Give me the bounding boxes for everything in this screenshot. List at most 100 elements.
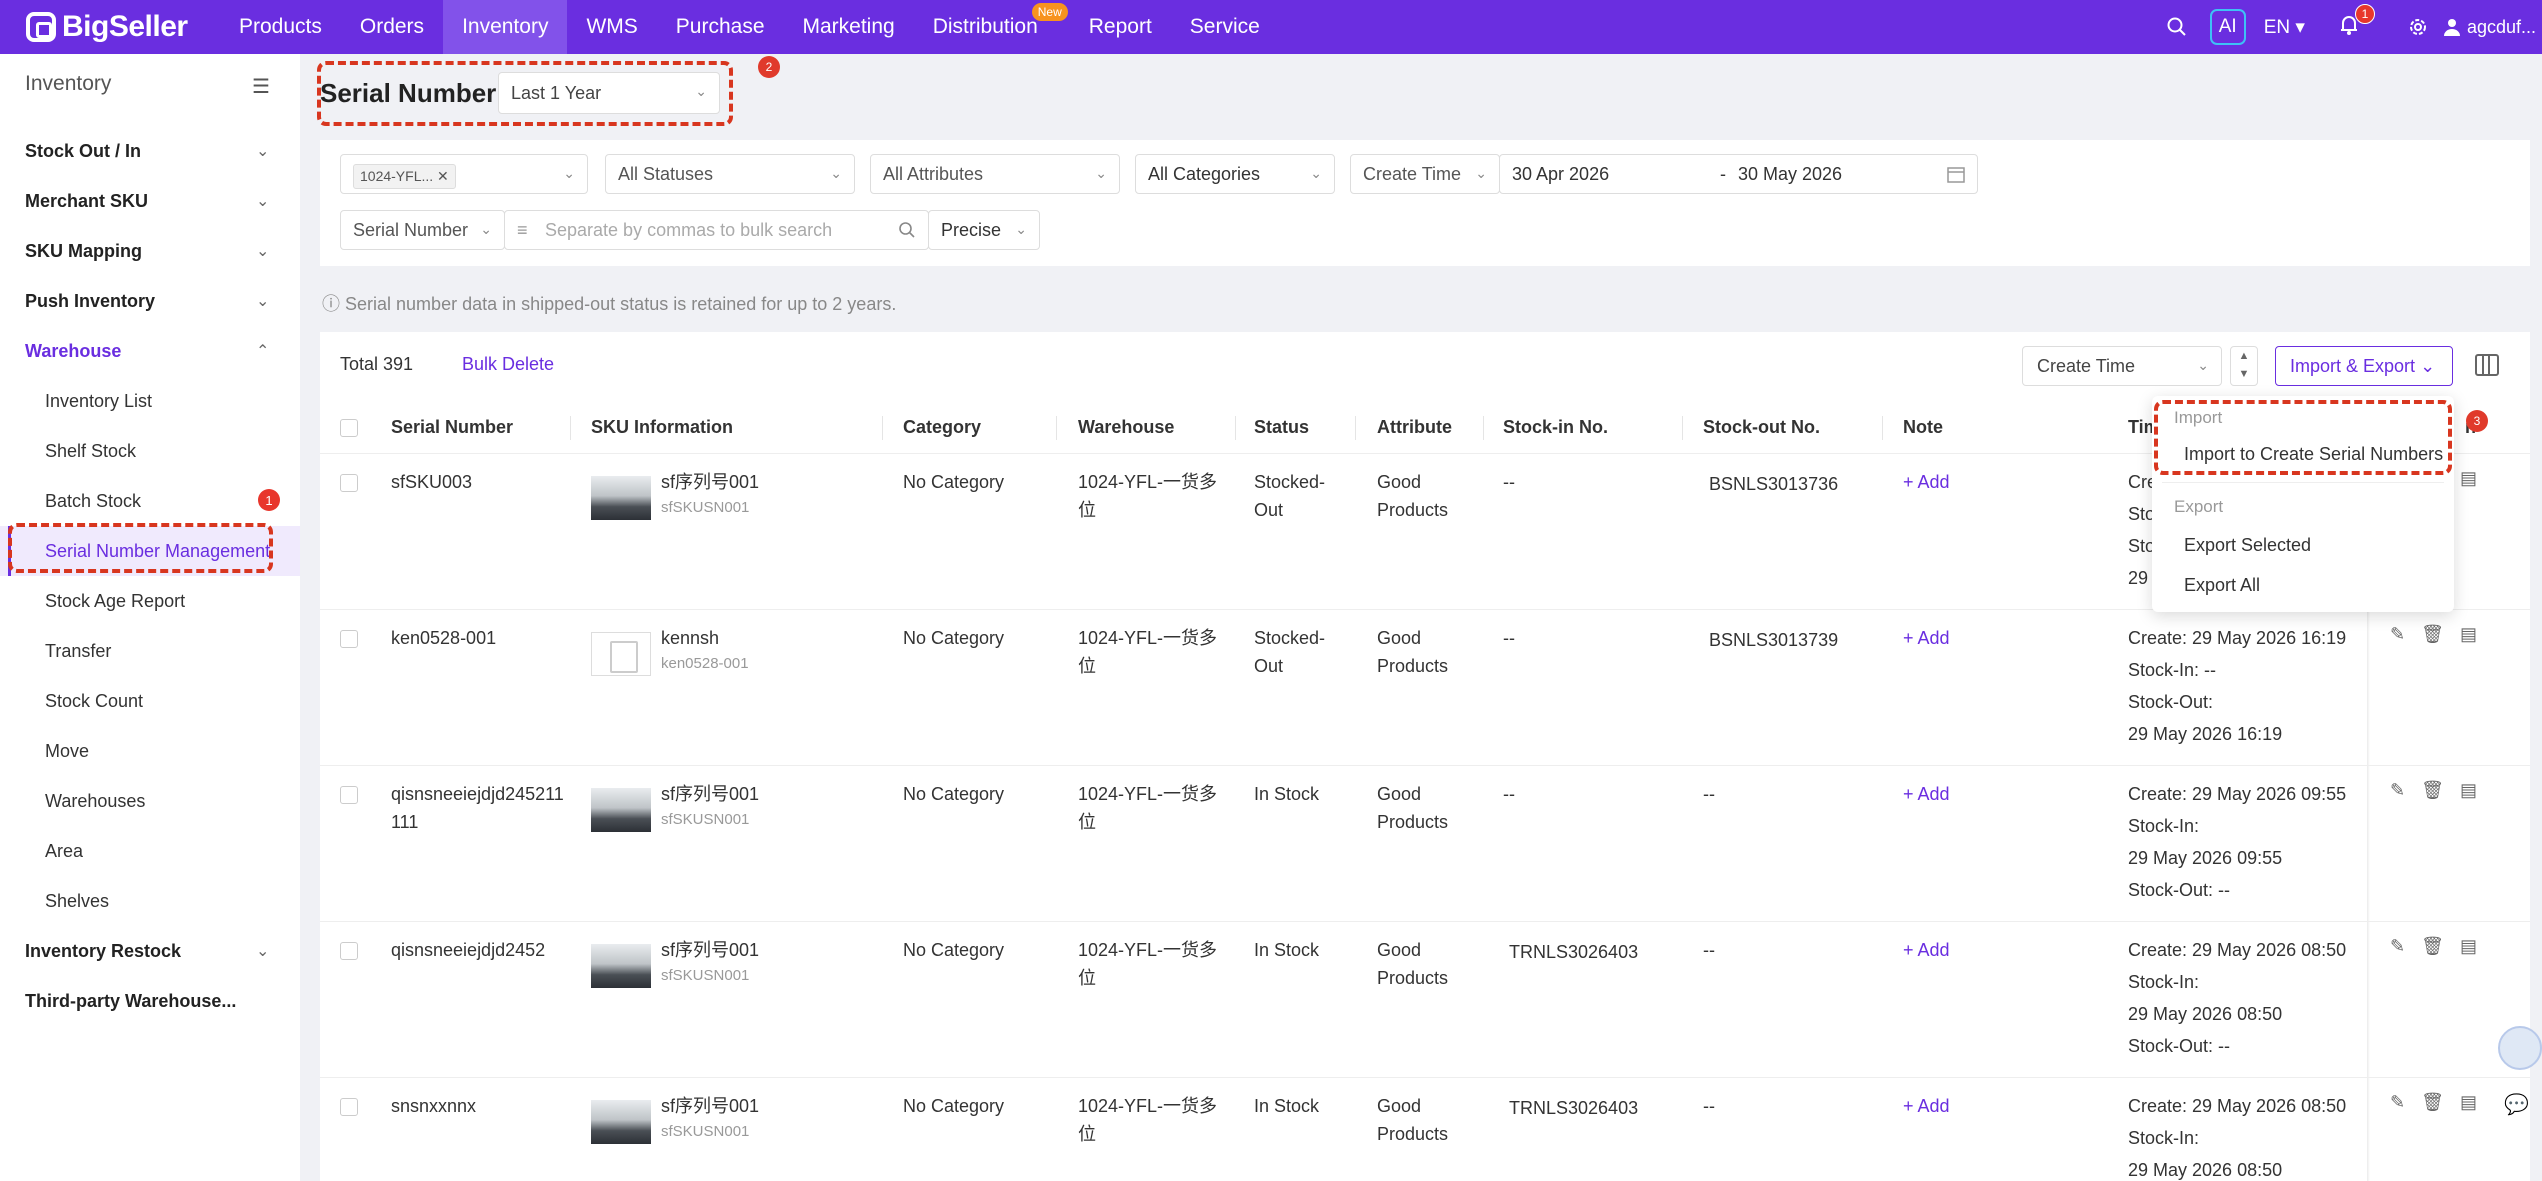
log-icon[interactable]: ▤ bbox=[2460, 624, 2477, 645]
row-checkbox[interactable] bbox=[340, 942, 358, 960]
sku-name[interactable]: kennsh bbox=[661, 624, 719, 652]
log-icon[interactable]: ▤ bbox=[2460, 780, 2477, 801]
stock-in-no[interactable]: TRNLS3026403 bbox=[1509, 1094, 1638, 1122]
add-note-link[interactable]: + Add bbox=[1903, 936, 1950, 964]
add-note-link[interactable]: + Add bbox=[1903, 624, 1950, 652]
search-input[interactable]: ≡ Separate by commas to bulk search bbox=[504, 210, 929, 250]
sort-order-toggle[interactable]: ▲ ▼ bbox=[2230, 346, 2258, 386]
match-mode-select[interactable]: Precise ⌄ bbox=[928, 210, 1040, 250]
sku-name[interactable]: sf序列号001 bbox=[661, 936, 759, 964]
collapse-sidebar-icon[interactable]: ☰ bbox=[252, 74, 270, 99]
sku-name[interactable]: sf序列号001 bbox=[661, 468, 759, 496]
sidebar-item-stock-count[interactable]: Stock Count bbox=[0, 676, 300, 726]
row-checkbox[interactable] bbox=[340, 630, 358, 648]
stock-out-no[interactable]: BSNLS3013739 bbox=[1709, 626, 1838, 654]
date-range-picker[interactable]: 30 Apr 2026 - 30 May 2026 bbox=[1499, 154, 1978, 194]
import-create-serial-numbers-option[interactable]: Import to Create Serial Numbers bbox=[2184, 444, 2443, 465]
nav-orders[interactable]: Orders bbox=[341, 0, 443, 54]
product-thumbnail bbox=[591, 1100, 651, 1144]
ai-button[interactable]: AI bbox=[2209, 9, 2246, 45]
row-checkbox[interactable] bbox=[340, 1098, 358, 1116]
chevron-up-icon: ⌃ bbox=[256, 343, 270, 360]
chevron-down-icon: ⌄ bbox=[480, 221, 492, 237]
category-select[interactable]: All Categories ⌄ bbox=[1135, 154, 1335, 194]
language-select[interactable]: EN ▾ bbox=[2264, 16, 2305, 39]
time-range-select[interactable]: Last 1 Year ⌄ bbox=[498, 72, 720, 114]
stock-out-no[interactable]: BSNLS3013736 bbox=[1709, 470, 1838, 498]
time-stock-out: Stock-Out: -- bbox=[2128, 880, 2231, 900]
row-checkbox[interactable] bbox=[340, 786, 358, 804]
import-export-button[interactable]: Import & Export ⌄ bbox=[2275, 346, 2453, 386]
select-all-checkbox[interactable] bbox=[340, 419, 358, 437]
delete-icon[interactable]: 🗑 bbox=[2421, 624, 2444, 645]
chat-icon[interactable]: 💬 bbox=[2504, 1092, 2534, 1122]
sidebar-group-merchant-sku[interactable]: Merchant SKU ⌄ bbox=[0, 176, 300, 226]
nav-purchase[interactable]: Purchase bbox=[657, 0, 784, 54]
sidebar-group-inventory-restock[interactable]: Inventory Restock ⌄ bbox=[0, 926, 300, 976]
export-all-option[interactable]: Export All bbox=[2184, 575, 2260, 596]
edit-icon[interactable]: ✎ bbox=[2390, 780, 2405, 801]
nav-distribution[interactable]: Distribution New bbox=[914, 0, 1070, 54]
sku-code: sfSKUSN001 bbox=[661, 1123, 750, 1140]
edit-icon[interactable]: ✎ bbox=[2390, 624, 2405, 645]
warehouse-select[interactable]: 1024-YFL... ✕ ⌄ bbox=[340, 154, 588, 194]
sidebar-group-sku-mapping[interactable]: SKU Mapping ⌄ bbox=[0, 226, 300, 276]
edit-icon[interactable]: ✎ bbox=[2390, 1092, 2405, 1113]
sidebar-item-inventory-list[interactable]: Inventory List bbox=[0, 376, 300, 426]
sidebar-item-shelf-stock[interactable]: Shelf Stock bbox=[0, 426, 300, 476]
time-type-select[interactable]: Create Time ⌄ bbox=[1350, 154, 1500, 194]
notification-bell[interactable]: 1 bbox=[2339, 3, 2375, 41]
sidebar-item-area[interactable]: Area bbox=[0, 826, 300, 876]
status-select[interactable]: All Statuses ⌄ bbox=[605, 154, 855, 194]
table-row: snsnxxnnx sf序列号001 sfSKUSN001 No Categor… bbox=[320, 1078, 2530, 1181]
nav-wms[interactable]: WMS bbox=[567, 0, 656, 54]
logo-icon bbox=[26, 12, 56, 42]
log-icon[interactable]: ▤ bbox=[2460, 468, 2477, 489]
sidebar-group-third-party-warehouse[interactable]: Third-party Warehouse... bbox=[0, 976, 300, 1026]
edit-icon[interactable]: ✎ bbox=[2390, 936, 2405, 957]
export-selected-option[interactable]: Export Selected bbox=[2184, 535, 2311, 556]
delete-icon[interactable]: 🗑 bbox=[2421, 780, 2444, 801]
bigseller-logo[interactable]: BigSeller bbox=[26, 6, 188, 48]
sidebar-item-move[interactable]: Move bbox=[0, 726, 300, 776]
delete-icon[interactable]: 🗑 bbox=[2421, 936, 2444, 957]
bulk-delete-button[interactable]: Bulk Delete bbox=[462, 354, 554, 375]
sku-name[interactable]: sf序列号001 bbox=[661, 1092, 759, 1120]
search-icon[interactable] bbox=[898, 221, 916, 239]
th-stock-in-no: Stock-in No. bbox=[1503, 417, 1609, 437]
sidebar-item-stock-age-report[interactable]: Stock Age Report bbox=[0, 576, 300, 626]
column-settings-icon[interactable] bbox=[2475, 354, 2499, 376]
th-serial-number: Serial Number bbox=[391, 417, 514, 437]
stock-in-no[interactable]: TRNLS3026403 bbox=[1509, 938, 1638, 966]
product-thumbnail bbox=[591, 476, 651, 520]
sidebar-item-shelves[interactable]: Shelves bbox=[0, 876, 300, 926]
log-icon[interactable]: ▤ bbox=[2460, 936, 2477, 957]
add-note-link[interactable]: + Add bbox=[1903, 468, 1950, 496]
search-field-select[interactable]: Serial Number ⌄ bbox=[340, 210, 505, 250]
support-avatar[interactable] bbox=[2498, 1026, 2542, 1070]
sort-field-select[interactable]: Create Time ⌄ bbox=[2022, 346, 2222, 386]
add-note-link[interactable]: + Add bbox=[1903, 1092, 1950, 1120]
nav-report[interactable]: Report bbox=[1070, 0, 1171, 54]
attribute-select[interactable]: All Attributes ⌄ bbox=[870, 154, 1120, 194]
sku-name[interactable]: sf序列号001 bbox=[661, 780, 759, 808]
nav-marketing[interactable]: Marketing bbox=[784, 0, 914, 54]
delete-icon[interactable]: 🗑 bbox=[2421, 1092, 2444, 1113]
row-checkbox[interactable] bbox=[340, 474, 358, 492]
sidebar-item-transfer[interactable]: Transfer bbox=[0, 626, 300, 676]
nav-inventory[interactable]: Inventory bbox=[443, 0, 568, 54]
search-icon[interactable] bbox=[2166, 16, 2188, 38]
sidebar-item-batch-stock[interactable]: Batch Stock 1 bbox=[0, 476, 300, 526]
user-menu[interactable]: agcduf... bbox=[2443, 17, 2536, 38]
add-note-link[interactable]: + Add bbox=[1903, 780, 1950, 808]
sidebar-item-serial-number-management[interactable]: Serial Number Management bbox=[0, 526, 300, 576]
sidebar-group-push-inventory[interactable]: Push Inventory ⌄ bbox=[0, 276, 300, 326]
gear-icon[interactable] bbox=[2407, 16, 2429, 38]
nav-products[interactable]: Products bbox=[220, 0, 341, 54]
sidebar-group-warehouse[interactable]: Warehouse ⌃ bbox=[0, 326, 300, 376]
sidebar-item-warehouses[interactable]: Warehouses bbox=[0, 776, 300, 826]
warehouse: 1024-YFL-一货多位 bbox=[1078, 1096, 1218, 1144]
log-icon[interactable]: ▤ bbox=[2460, 1092, 2477, 1113]
nav-service[interactable]: Service bbox=[1171, 0, 1279, 54]
sidebar-group-stock-out-in[interactable]: Stock Out / In ⌄ bbox=[0, 126, 300, 176]
